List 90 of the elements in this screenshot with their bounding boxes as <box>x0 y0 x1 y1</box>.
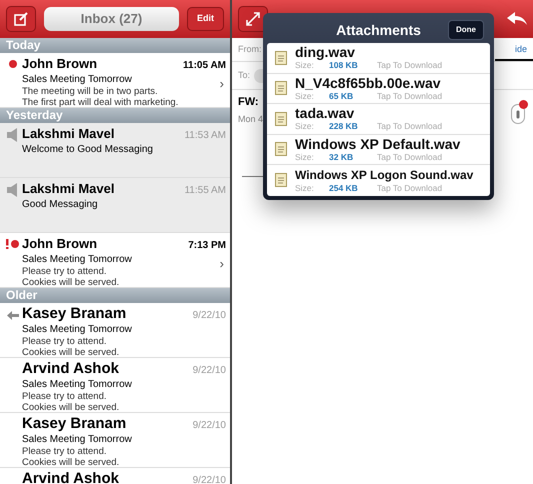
urgent-flag-icon <box>5 239 21 249</box>
file-size: 228 KB <box>329 121 359 132</box>
document-icon <box>275 142 287 156</box>
message-subject: Sales Meeting Tomorrow <box>22 323 132 336</box>
file-name: tada.wav <box>295 106 356 122</box>
file-size: 254 KB <box>329 182 359 193</box>
message-preview: The first part will deal with marketing. <box>22 97 178 108</box>
message-time: 9/22/10 <box>192 309 226 323</box>
message-preview: Please try to attend. <box>22 446 108 457</box>
to-label: To: <box>238 68 250 82</box>
done-button[interactable]: Done <box>448 20 484 40</box>
attachment-row[interactable]: Windows XP Default.wav Size: 32 KB Tap To Download <box>267 134 490 165</box>
attachment-row[interactable]: tada.wav Size: 228 KB Tap To Download <box>267 104 490 134</box>
compose-icon <box>14 12 28 26</box>
message-subject: Sales Meeting Tomorrow <box>22 253 132 266</box>
message-preview: Please try to attend. <box>22 266 108 277</box>
document-icon <box>275 173 287 188</box>
document-icon <box>275 112 287 126</box>
message-preview: The meeting will be in two parts. <box>22 86 159 97</box>
file-name: Windows XP Logon Sound.wav <box>295 168 474 183</box>
attachment-row[interactable]: N_V4c8f65bb.00e.wav Size: 65 KB Tap To Download <box>267 74 490 104</box>
message-row[interactable]: Lakshmi Mavel 11:55 AM Good Messaging <box>0 178 230 233</box>
message-time: 9/22/10 <box>192 364 226 378</box>
size-label: Size: <box>295 182 315 193</box>
download-hint: Tap To Download <box>377 60 442 70</box>
speaker-icon <box>7 183 19 197</box>
expand-icon <box>246 12 260 26</box>
size-label: Size: <box>295 60 315 70</box>
file-name: N_V4c8f65bb.00e.wav <box>295 76 442 91</box>
message-preview: Please try to attend. <box>22 336 108 347</box>
popover-title: Attachments <box>336 20 421 40</box>
size-label: Size: <box>295 90 315 101</box>
notification-badge <box>519 100 528 109</box>
sender-name: Lakshmi Mavel <box>22 126 114 142</box>
reply-icon[interactable] <box>507 12 527 26</box>
sender-name: Arvind Ashok <box>22 361 119 377</box>
sender-name: Arvind Ashok <box>22 471 119 484</box>
file-name: ding.wav <box>295 45 356 60</box>
attachment-row[interactable]: Windows XP Logon Sound.wav Size: 254 KB Tap To Download <box>267 165 490 196</box>
message-subject-title: FW: <box>238 95 260 110</box>
leader-line <box>495 59 533 61</box>
compose-button[interactable] <box>6 6 36 32</box>
speaker-icon <box>7 128 19 142</box>
size-label: Size: <box>295 121 315 132</box>
message-preview: Please try to attend. <box>22 391 108 402</box>
sender-name: Kasey Branam <box>22 306 126 322</box>
message-preview: Cookies will be served. <box>22 402 120 413</box>
from-label: From: <box>238 42 262 56</box>
document-icon <box>275 50 287 65</box>
sender-name: John Brown <box>22 236 98 252</box>
message-preview: Cookies will be served. <box>22 457 120 468</box>
message-date: Mon 4 <box>238 112 264 126</box>
sender-name: Kasey Branam <box>22 416 126 432</box>
message-subject: Sales Meeting Tomorrow <box>22 73 133 86</box>
download-hint: Tap To Download <box>377 121 442 132</box>
chevron-icon: › <box>220 77 224 108</box>
download-hint: Tap To Download <box>377 90 442 101</box>
file-size: 108 KB <box>329 60 359 70</box>
message-subject: Welcome to Good Messaging <box>22 143 153 156</box>
paperclip-icon <box>516 110 520 118</box>
chevron-icon: › <box>220 257 224 288</box>
message-time: 11:53 AM <box>184 129 226 143</box>
reply-arrow-icon <box>7 311 19 320</box>
message-time: 11:05 AM <box>183 59 226 73</box>
file-size: 65 KB <box>329 90 354 101</box>
message-subject: Sales Meeting Tomorrow <box>22 378 132 391</box>
message-row[interactable]: Lakshmi Mavel 11:53 AM Welcome to Good Messaging <box>0 123 230 178</box>
section-header: Older <box>0 288 230 303</box>
inbox-title: Inbox (27) <box>44 7 179 31</box>
message-time: 11:55 AM <box>184 184 226 198</box>
file-name: Windows XP Default.wav <box>295 136 460 152</box>
file-size: 32 KB <box>329 152 354 162</box>
size-label: Size: <box>295 152 315 162</box>
message-preview: Cookies will be served. <box>22 277 120 288</box>
message-subject: Good Messaging <box>22 198 98 211</box>
attachment-row[interactable]: ding.wav Size: 108 KB Tap To Download <box>267 43 490 74</box>
document-icon <box>275 81 287 96</box>
message-time: 7:13 PM <box>188 239 226 253</box>
sender-name: John Brown <box>22 56 98 72</box>
message-time: 9/22/10 <box>192 474 226 484</box>
download-hint: Tap To Download <box>377 152 442 162</box>
edit-button[interactable]: Edit <box>187 7 224 31</box>
message-preview: Cookies will be served. <box>22 347 120 358</box>
sender-name: Lakshmi Mavel <box>22 181 114 197</box>
message-subject: Sales Meeting Tomorrow <box>22 433 132 446</box>
download-hint: Tap To Download <box>377 182 442 193</box>
section-header: Today <box>0 38 230 53</box>
hide-link[interactable]: ide <box>514 42 527 56</box>
message-time: 9/22/10 <box>192 419 226 433</box>
section-header: Yesterday <box>0 108 230 123</box>
